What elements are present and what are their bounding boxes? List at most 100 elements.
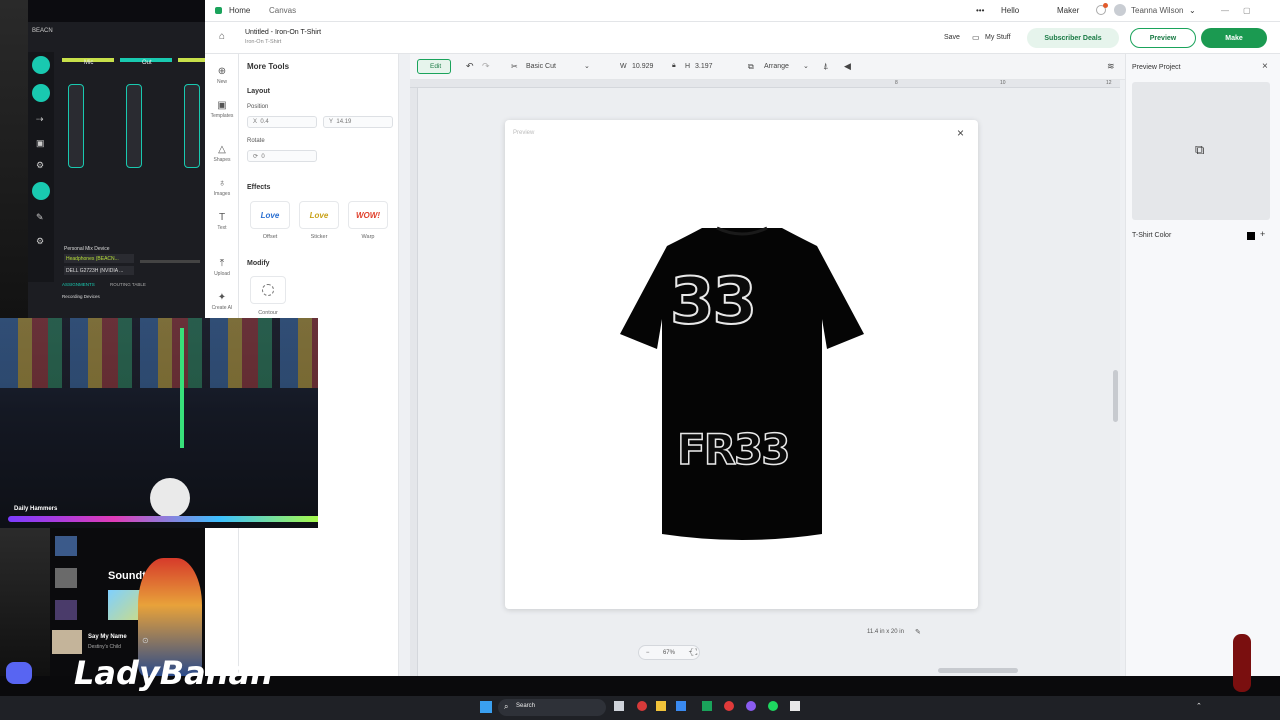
app-icon-red[interactable] xyxy=(724,701,734,711)
my-stuff-button[interactable]: My Stuff xyxy=(985,34,1011,41)
undo-icon[interactable]: ↶ xyxy=(466,61,474,72)
mic-fader[interactable] xyxy=(68,84,84,168)
lock-icon[interactable]: 🔒︎ xyxy=(672,62,676,70)
subscriber-deals-button[interactable]: Subscriber Deals xyxy=(1027,28,1119,48)
text-icon: T xyxy=(218,212,226,223)
device-select-2[interactable]: DELL G2723H (NVIDIA ... xyxy=(64,266,134,275)
background-edge xyxy=(0,0,28,318)
taskbar-search[interactable]: ⌕ Search xyxy=(498,699,606,716)
app-icon-white[interactable] xyxy=(790,701,800,711)
position-label: Position xyxy=(247,104,269,110)
add-color-icon[interactable]: + xyxy=(1260,229,1265,239)
maximize-icon[interactable]: ▢ xyxy=(1243,6,1251,15)
app-icon-opera[interactable] xyxy=(637,701,647,711)
device-icon[interactable]: ▣ xyxy=(36,138,45,149)
rotate-input[interactable]: ⟳ 0 xyxy=(247,150,317,162)
folder-icon[interactable] xyxy=(656,701,666,711)
contour-button[interactable] xyxy=(250,276,286,304)
edit-button[interactable]: Edit xyxy=(417,59,451,74)
system-tray-icon[interactable]: ⌃ xyxy=(1196,702,1202,710)
headphone-icon[interactable] xyxy=(32,182,50,200)
preview-button[interactable]: Preview xyxy=(1130,28,1196,48)
maker-label[interactable]: Maker xyxy=(1057,6,1079,15)
close-icon[interactable]: × xyxy=(957,126,964,140)
rail-shapes[interactable]: △ Shapes xyxy=(205,144,239,163)
edit-icon[interactable]: ✎ xyxy=(36,212,44,223)
windows-start-icon[interactable] xyxy=(480,701,492,713)
mixer-brand: BEACN xyxy=(32,28,53,34)
task-view-icon[interactable] xyxy=(614,701,624,711)
y-position-input[interactable]: Y 14.19 xyxy=(323,116,393,128)
stream-brand-strip: LadyBanan xyxy=(0,634,1280,696)
out-fader[interactable] xyxy=(126,84,142,168)
align-icon[interactable]: ⍋ xyxy=(823,61,828,72)
bulb-icon: ♁ xyxy=(218,178,226,189)
fit-screen-icon[interactable]: ⛶ xyxy=(691,647,697,658)
app-icon-steam[interactable] xyxy=(676,701,686,711)
volume-slider[interactable] xyxy=(140,260,200,263)
more-menu-icon[interactable]: ••• xyxy=(976,6,984,15)
vertical-scrollbar[interactable] xyxy=(1113,370,1118,422)
rail-new[interactable]: ⊕ New xyxy=(205,66,239,85)
gear-icon[interactable]: ⚙ xyxy=(36,160,44,171)
close-icon[interactable]: × xyxy=(1262,61,1268,72)
rail-create-ai[interactable]: ✦ Create AI xyxy=(205,292,239,311)
rail-images[interactable]: ♁ Images xyxy=(205,178,239,197)
operation-select[interactable]: Basic Cut xyxy=(526,63,556,70)
rail-upload[interactable]: ⤒ Upload xyxy=(205,258,239,277)
rotate-icon: ⟳ xyxy=(253,154,259,160)
spotify-icon[interactable] xyxy=(768,701,778,711)
effect-offset[interactable]: Love xyxy=(250,201,290,229)
mic-icon[interactable] xyxy=(32,84,50,102)
minimize-icon[interactable]: — xyxy=(1221,6,1229,15)
width-input[interactable]: 10.929 xyxy=(632,63,653,70)
device-select-1[interactable]: Headphones (BEACN... xyxy=(64,254,134,263)
plus-icon: ⊕ xyxy=(217,66,227,77)
effect-sticker[interactable]: Love xyxy=(299,201,339,229)
zoom-out-icon[interactable]: − xyxy=(646,650,650,656)
third-channel-bar xyxy=(178,58,205,62)
pencil-icon[interactable]: ✎ xyxy=(915,628,921,636)
avatar[interactable] xyxy=(1114,4,1126,16)
flip-icon[interactable]: ◀ xyxy=(844,61,851,72)
chevron-down-icon[interactable]: ⌄ xyxy=(1189,6,1196,15)
arrange-select[interactable]: Arrange xyxy=(764,63,789,70)
layers-icon[interactable]: ≋ xyxy=(1107,61,1115,72)
rail-text[interactable]: T Text xyxy=(205,212,239,231)
rail-templates[interactable]: ▣ Templates xyxy=(205,100,239,119)
tab-assignments[interactable]: ASSIGNMENTS xyxy=(62,282,95,287)
app-icon-cricut[interactable] xyxy=(702,701,712,711)
third-fader[interactable] xyxy=(184,84,200,168)
color-swatch[interactable] xyxy=(1247,232,1255,240)
tab-routing[interactable]: ROUTING TABLE xyxy=(110,282,146,287)
height-input[interactable]: 3.197 xyxy=(695,63,713,70)
mixer-icon[interactable] xyxy=(32,56,50,74)
route-icon[interactable]: ⇢ xyxy=(36,114,44,125)
offset-label: Offset xyxy=(262,234,278,240)
redo-icon[interactable]: ↷ xyxy=(482,61,490,72)
hello-label[interactable]: Hello xyxy=(1001,6,1019,15)
shirt-color-label: T-Shirt Color xyxy=(1132,232,1172,239)
x-position-input[interactable]: X 0.4 xyxy=(247,116,317,128)
tab-canvas[interactable]: Canvas xyxy=(269,6,296,15)
pause-icon[interactable]: ⊙ xyxy=(142,636,149,645)
upload-icon: ⤒ xyxy=(219,258,225,269)
save-button[interactable]: Save xyxy=(944,34,960,41)
tab-home[interactable]: Home xyxy=(229,6,250,15)
user-name[interactable]: Teanna Wilson xyxy=(1131,6,1183,15)
y-value: 14.19 xyxy=(336,119,352,125)
zoom-value: 67% xyxy=(662,649,675,656)
arrange-chevron-icon[interactable]: ⌄ xyxy=(803,62,809,70)
project-subtitle: Iron-On T-Shirt xyxy=(245,39,282,45)
effect-warp[interactable]: WOW! xyxy=(348,201,388,229)
rail-new-label: New xyxy=(216,79,227,85)
song-title: Say My Name xyxy=(88,634,127,640)
make-button[interactable]: Make xyxy=(1201,28,1267,48)
settings-icon[interactable]: ⚙ xyxy=(36,236,44,247)
operation-chevron-icon[interactable]: ⌄ xyxy=(584,62,590,70)
horizontal-scrollbar[interactable] xyxy=(938,668,1018,673)
project-title[interactable]: Untitled - Iron-On T-Shirt xyxy=(245,29,321,36)
rail-create-ai-label: Create AI xyxy=(211,305,233,311)
project-thumbnail: ⧉ xyxy=(1132,82,1270,220)
app-icon-obs[interactable] xyxy=(746,701,756,711)
